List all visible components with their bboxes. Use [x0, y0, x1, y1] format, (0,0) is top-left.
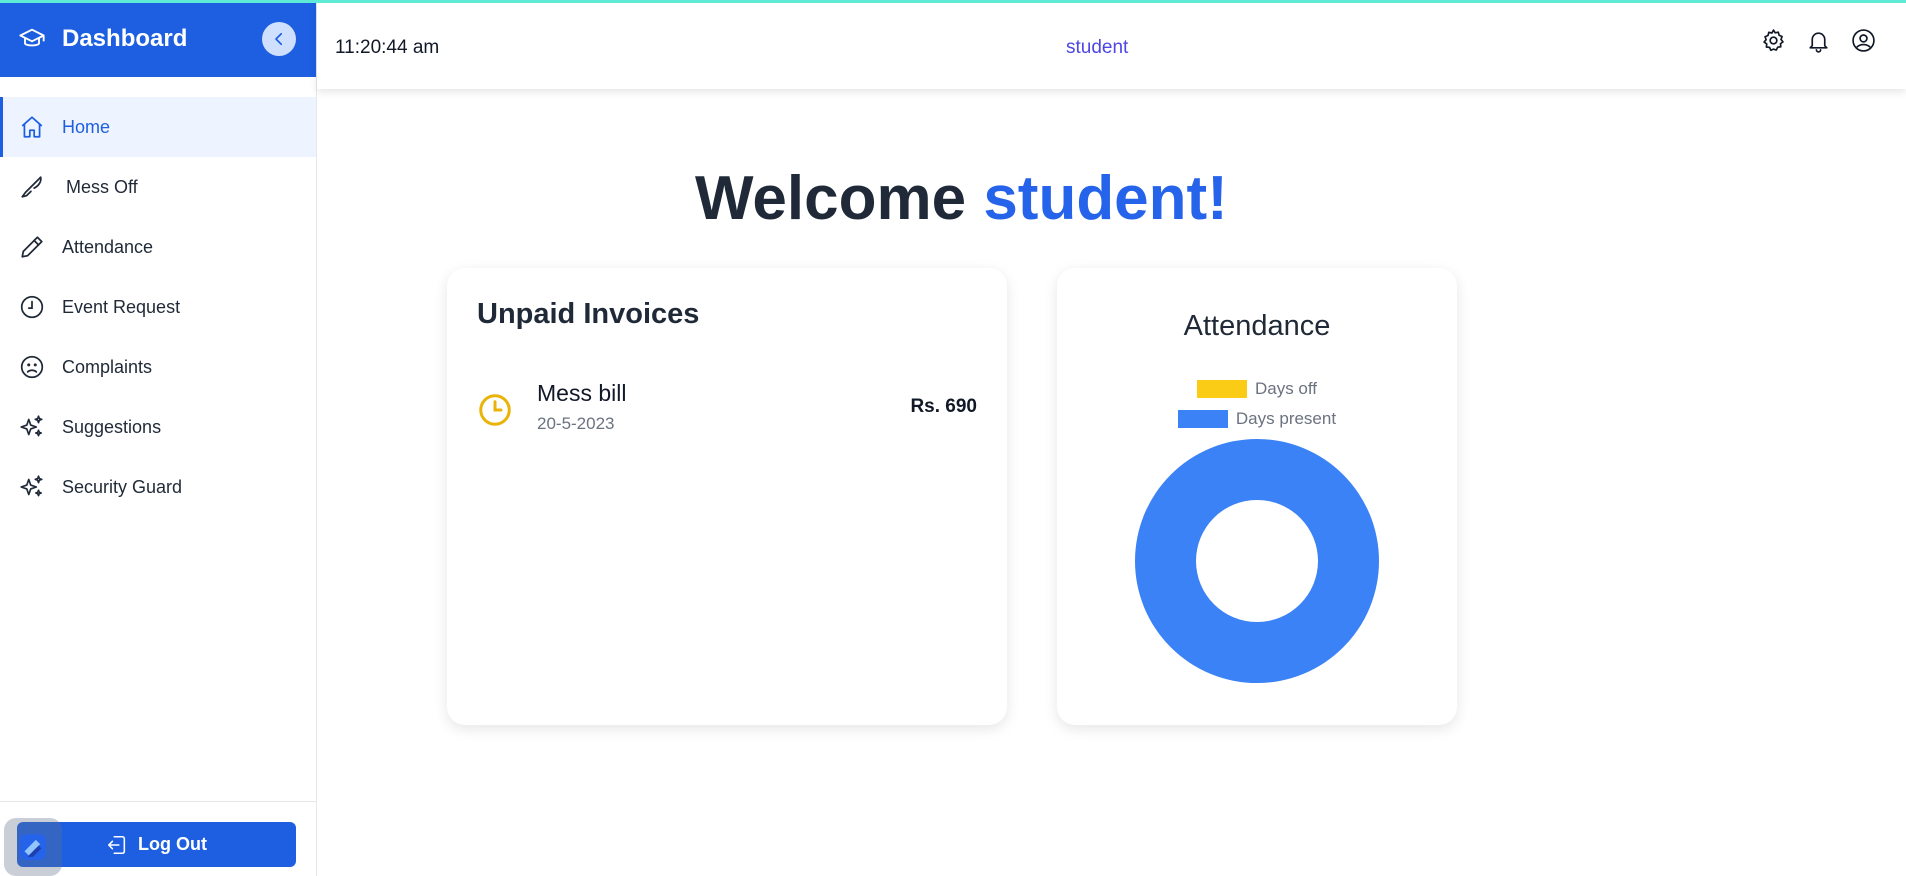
sidebar: Dashboard Home Mess Off Attendance Event…	[0, 0, 317, 876]
attendance-card: Attendance Days off Days present	[1057, 268, 1457, 725]
current-time: 11:20:44 am	[335, 37, 440, 58]
sidebar-item-label: Security Guard	[62, 476, 183, 497]
top-header: 11:20:44 am student	[317, 0, 1906, 89]
knife-icon	[18, 173, 46, 201]
logout-label: Log Out	[138, 834, 207, 854]
unpaid-invoices-card: Unpaid Invoices Mess bill 20-5-2023 Rs. …	[447, 268, 1007, 725]
sidebar-item-security-guard[interactable]: Security Guard	[0, 457, 316, 517]
chart-title: Attendance	[1183, 310, 1331, 342]
sidebar-footer: Log Out	[0, 801, 316, 876]
legend-item-days-off[interactable]: Days off	[1057, 374, 1457, 404]
sidebar-item-mess-off[interactable]: Mess Off	[0, 157, 316, 217]
sidebar-nav: Home Mess Off Attendance Event Request C…	[0, 97, 316, 517]
logout-icon	[106, 834, 128, 856]
attendance-donut-chart	[1135, 438, 1379, 684]
sidebar-header: Dashboard	[0, 0, 316, 77]
sidebar-item-label: Suggestions	[62, 416, 162, 437]
sidebar-item-complaints[interactable]: Complaints	[0, 337, 316, 397]
sidebar-item-label: Mess Off	[66, 176, 138, 197]
sidebar-item-label: Event Request	[62, 296, 181, 317]
sidebar-item-label: Complaints	[62, 356, 153, 377]
donut-slice-days-present[interactable]	[1135, 438, 1379, 684]
sparkles-icon	[18, 413, 46, 441]
clock-circle-icon	[18, 293, 46, 321]
invoice-title: Mess bill	[537, 380, 627, 406]
chart-legend: Days off Days present	[1057, 374, 1457, 434]
sidebar-item-label: Home	[62, 116, 111, 137]
sidebar-title: Dashboard	[62, 24, 188, 52]
card-title: Unpaid Invoices	[477, 298, 700, 330]
legend-swatch	[1196, 380, 1247, 398]
sidebar-item-event-request[interactable]: Event Request	[0, 277, 316, 337]
sidebar-item-attendance[interactable]: Attendance	[0, 217, 316, 277]
invoice-item[interactable]: Mess bill 20-5-2023 Rs. 690	[477, 380, 977, 440]
pencil-icon	[18, 233, 46, 261]
sparkles-icon	[18, 473, 46, 501]
invoice-amount: Rs. 690	[910, 396, 977, 417]
welcome-heading: Welcome student!	[695, 163, 1228, 234]
gear-icon[interactable]	[1761, 28, 1786, 53]
top-accent-bar	[0, 0, 1906, 3]
sidebar-item-label: Attendance	[62, 236, 154, 257]
user-role: student	[1066, 37, 1129, 58]
frown-face-icon	[18, 353, 46, 381]
legend-label: Days off	[1254, 379, 1318, 398]
sidebar-item-suggestions[interactable]: Suggestions	[0, 397, 316, 457]
legend-swatch	[1177, 410, 1228, 428]
clock-icon	[477, 392, 513, 428]
invoice-date: 20-5-2023	[537, 414, 615, 433]
bell-icon[interactable]	[1806, 28, 1831, 53]
header-actions	[1761, 28, 1876, 53]
welcome-name: student!	[983, 164, 1228, 233]
sidebar-item-home[interactable]: Home	[0, 97, 316, 157]
collapse-sidebar-button[interactable]	[262, 21, 296, 56]
app-badge-icon[interactable]	[4, 818, 62, 876]
welcome-prefix: Welcome	[695, 164, 967, 233]
graduation-cap-icon	[18, 25, 46, 53]
legend-label: Days present	[1235, 409, 1337, 428]
user-circle-icon[interactable]	[1851, 28, 1876, 53]
home-icon	[18, 113, 46, 141]
legend-item-days-present[interactable]: Days present	[1057, 404, 1457, 434]
welcome-banner: Welcome student!	[317, 163, 1906, 235]
chevron-left-icon	[275, 32, 283, 45]
